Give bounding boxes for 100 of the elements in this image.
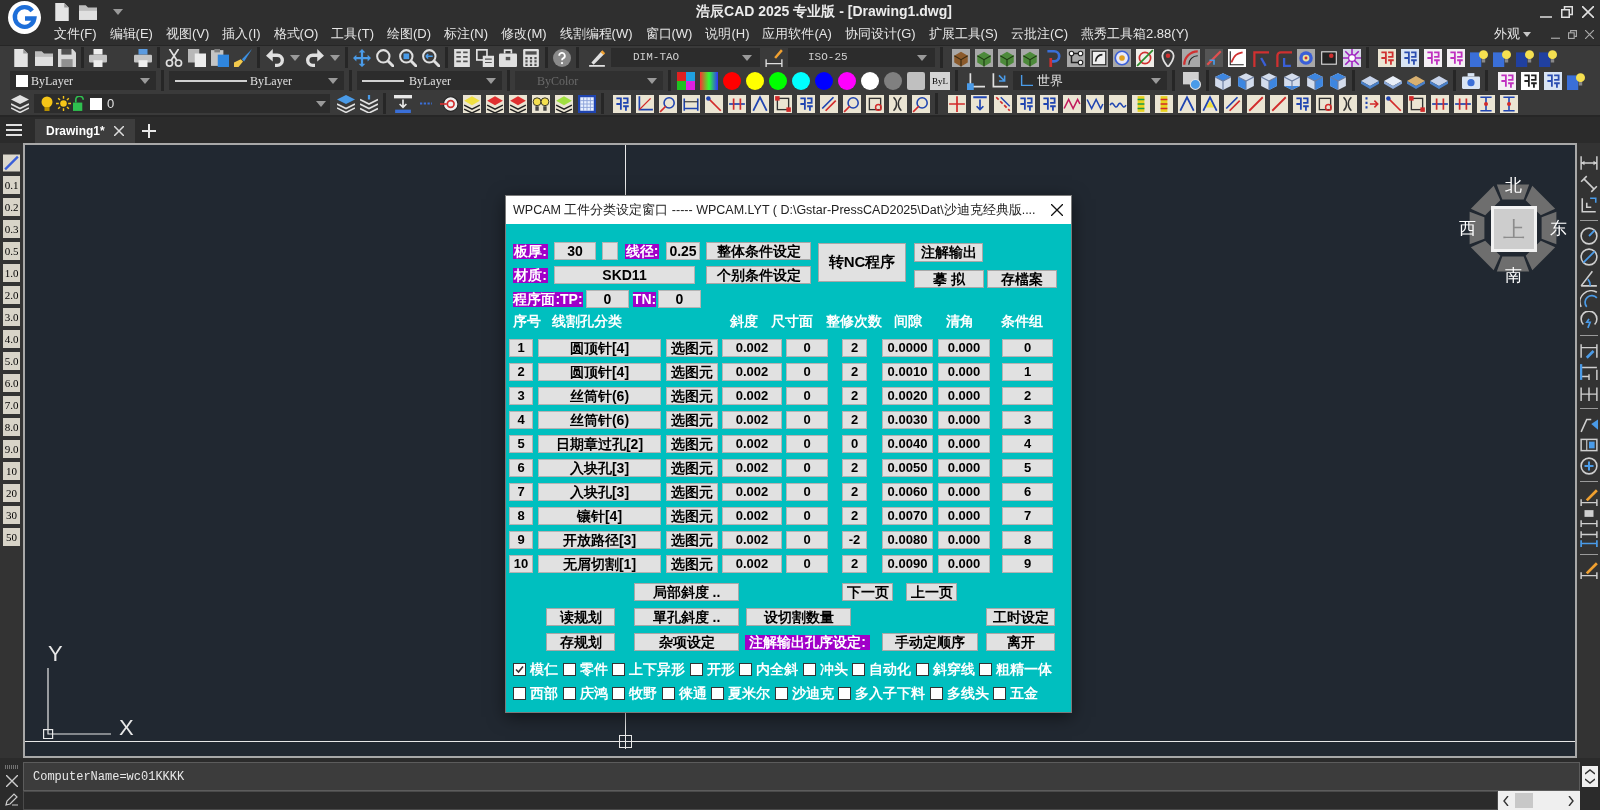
trim-count-field[interactable]: 2 [842, 507, 867, 525]
aligned-dimension-icon[interactable] [1579, 175, 1598, 193]
category-button[interactable]: 日期章过孔[2] [538, 435, 661, 453]
dotted-bracket-icon[interactable] [1362, 94, 1380, 113]
bulb-tile-icon[interactable] [1516, 48, 1534, 67]
calculator-icon[interactable] [522, 48, 540, 67]
condition-group-field[interactable]: 6 [1002, 483, 1053, 501]
gap-field[interactable]: 0.0000 [882, 339, 933, 357]
condition-group-field[interactable]: 9 [1002, 555, 1053, 573]
scale-button[interactable]: 2.0 [3, 286, 20, 304]
block-icon[interactable] [952, 48, 970, 67]
checkbox[interactable] [562, 686, 576, 700]
category-button[interactable]: 入块孔[3] [538, 483, 661, 501]
hook-icon[interactable] [1044, 48, 1062, 67]
color-swatch-icon[interactable] [907, 71, 925, 90]
scissors-icon[interactable] [165, 48, 183, 67]
cube-icon[interactable] [1306, 71, 1324, 90]
diagonal-arrow-icon[interactable] [1385, 94, 1403, 113]
character-tile-icon[interactable] [1521, 71, 1539, 90]
checkbox[interactable] [513, 662, 526, 676]
size-face-field[interactable]: 0 [786, 411, 828, 429]
gap-field[interactable]: 0.0060 [882, 483, 933, 501]
caret-icon[interactable] [316, 100, 326, 107]
condition-group-field[interactable]: 3 [1002, 411, 1053, 429]
view-icon[interactable] [1183, 71, 1201, 90]
condition-group-field[interactable]: 4 [1002, 435, 1053, 453]
diameter-dimension-icon[interactable] [1579, 248, 1598, 266]
category-button[interactable]: 丝筒针(6) [538, 411, 661, 429]
color-swatch-icon[interactable] [884, 71, 902, 90]
parallel-lines-icon[interactable] [820, 94, 838, 113]
striped-bar-icon[interactable] [1155, 94, 1173, 113]
trim-count-field[interactable]: 2 [842, 459, 867, 477]
tn-field[interactable]: 0 [658, 290, 701, 308]
gap-field[interactable]: 0.0040 [882, 435, 933, 453]
menu-item[interactable]: 工具(T) [331, 24, 374, 44]
checkbox[interactable] [852, 662, 865, 676]
category-button[interactable]: 圆顶针[4] [538, 363, 661, 381]
checkbox[interactable] [513, 686, 526, 700]
select-entities-button[interactable]: 选图元 [666, 387, 718, 405]
select-entities-button[interactable]: 选图元 [666, 507, 718, 525]
checkbox[interactable] [838, 686, 851, 700]
striped-bar-icon[interactable] [1132, 94, 1150, 113]
color-swatch-icon[interactable] [746, 71, 764, 90]
checkbox[interactable] [915, 662, 929, 676]
checkbox[interactable] [739, 662, 752, 676]
document-icon[interactable] [12, 48, 30, 67]
cube-icon[interactable] [1329, 71, 1347, 90]
caret-icon[interactable] [917, 54, 927, 61]
starburst-icon[interactable] [1343, 48, 1361, 67]
zoom-window-icon[interactable] [399, 48, 417, 67]
character-tile-icon[interactable] [613, 94, 631, 113]
copy-icon[interactable] [188, 48, 206, 67]
corner-field[interactable]: 0.000 [938, 435, 990, 453]
grid-icon[interactable] [578, 94, 596, 113]
scale-button[interactable]: 0.2 [3, 198, 20, 216]
scale-button[interactable]: 0.5 [3, 242, 20, 260]
layer-stack-icon[interactable] [509, 94, 527, 113]
select-entities-button[interactable]: 选图元 [666, 363, 718, 381]
size-face-field[interactable]: 0 [786, 483, 828, 501]
dimension-update-icon[interactable] [1579, 530, 1598, 548]
scale-button[interactable]: 6.0 [3, 374, 20, 392]
toolbox-icon[interactable] [499, 48, 517, 67]
select-entities-button[interactable]: 选图元 [666, 531, 718, 549]
scale-button[interactable]: 0.1 [3, 176, 20, 194]
light-bulbs-icon[interactable] [532, 94, 550, 113]
slash-box-icon[interactable] [1205, 48, 1223, 67]
diagonal-line-icon[interactable] [1270, 94, 1288, 113]
wire-diameter-field[interactable]: 0.25 [666, 242, 700, 260]
zigzag-icon[interactable] [1086, 94, 1104, 113]
layer-dropdown[interactable]: 0 [34, 94, 330, 113]
checkbox[interactable] [774, 686, 788, 700]
caret-icon[interactable] [328, 77, 338, 84]
chevron-right-icon[interactable] [1568, 795, 1574, 806]
menu-item[interactable]: 协同设计(G) [844, 24, 916, 44]
checkbox[interactable] [612, 662, 625, 676]
properties-icon[interactable] [453, 48, 471, 67]
slope-field[interactable]: 0.002 [722, 339, 782, 357]
trim-count-field[interactable]: 0 [842, 435, 867, 453]
square-arc-icon[interactable] [1090, 48, 1108, 67]
menu-item[interactable]: 线割编程(W) [559, 24, 633, 44]
character-tile-icon[interactable] [1378, 48, 1396, 67]
plus-icon[interactable] [141, 124, 156, 138]
vertical-scrollbar[interactable] [1582, 766, 1598, 787]
material-field[interactable]: SKD11 [554, 266, 695, 284]
corner-field[interactable]: 0.000 [938, 387, 990, 405]
gap-field[interactable]: 0.0030 [882, 411, 933, 429]
menu-item[interactable]: 扩展工具(S) [928, 24, 998, 44]
color-dropdown[interactable]: ByLayer [10, 71, 156, 90]
gap-field[interactable]: 0.0020 [882, 387, 933, 405]
scale-button[interactable]: 0.3 [3, 220, 20, 238]
parallel-lines-icon[interactable] [1224, 94, 1242, 113]
plate-thickness-field[interactable]: 30 [554, 242, 596, 260]
dialog-button[interactable]: 下一页 [842, 583, 893, 601]
compass-label[interactable]: 南 [1503, 266, 1523, 286]
redo-icon[interactable] [305, 48, 325, 67]
scale-button[interactable]: 5.0 [3, 352, 20, 370]
character-tile-icon[interactable] [1498, 71, 1516, 90]
trim-count-field[interactable]: 2 [842, 555, 867, 573]
category-button[interactable]: 镶针[4] [538, 507, 661, 525]
cube-icon[interactable] [1283, 71, 1301, 90]
